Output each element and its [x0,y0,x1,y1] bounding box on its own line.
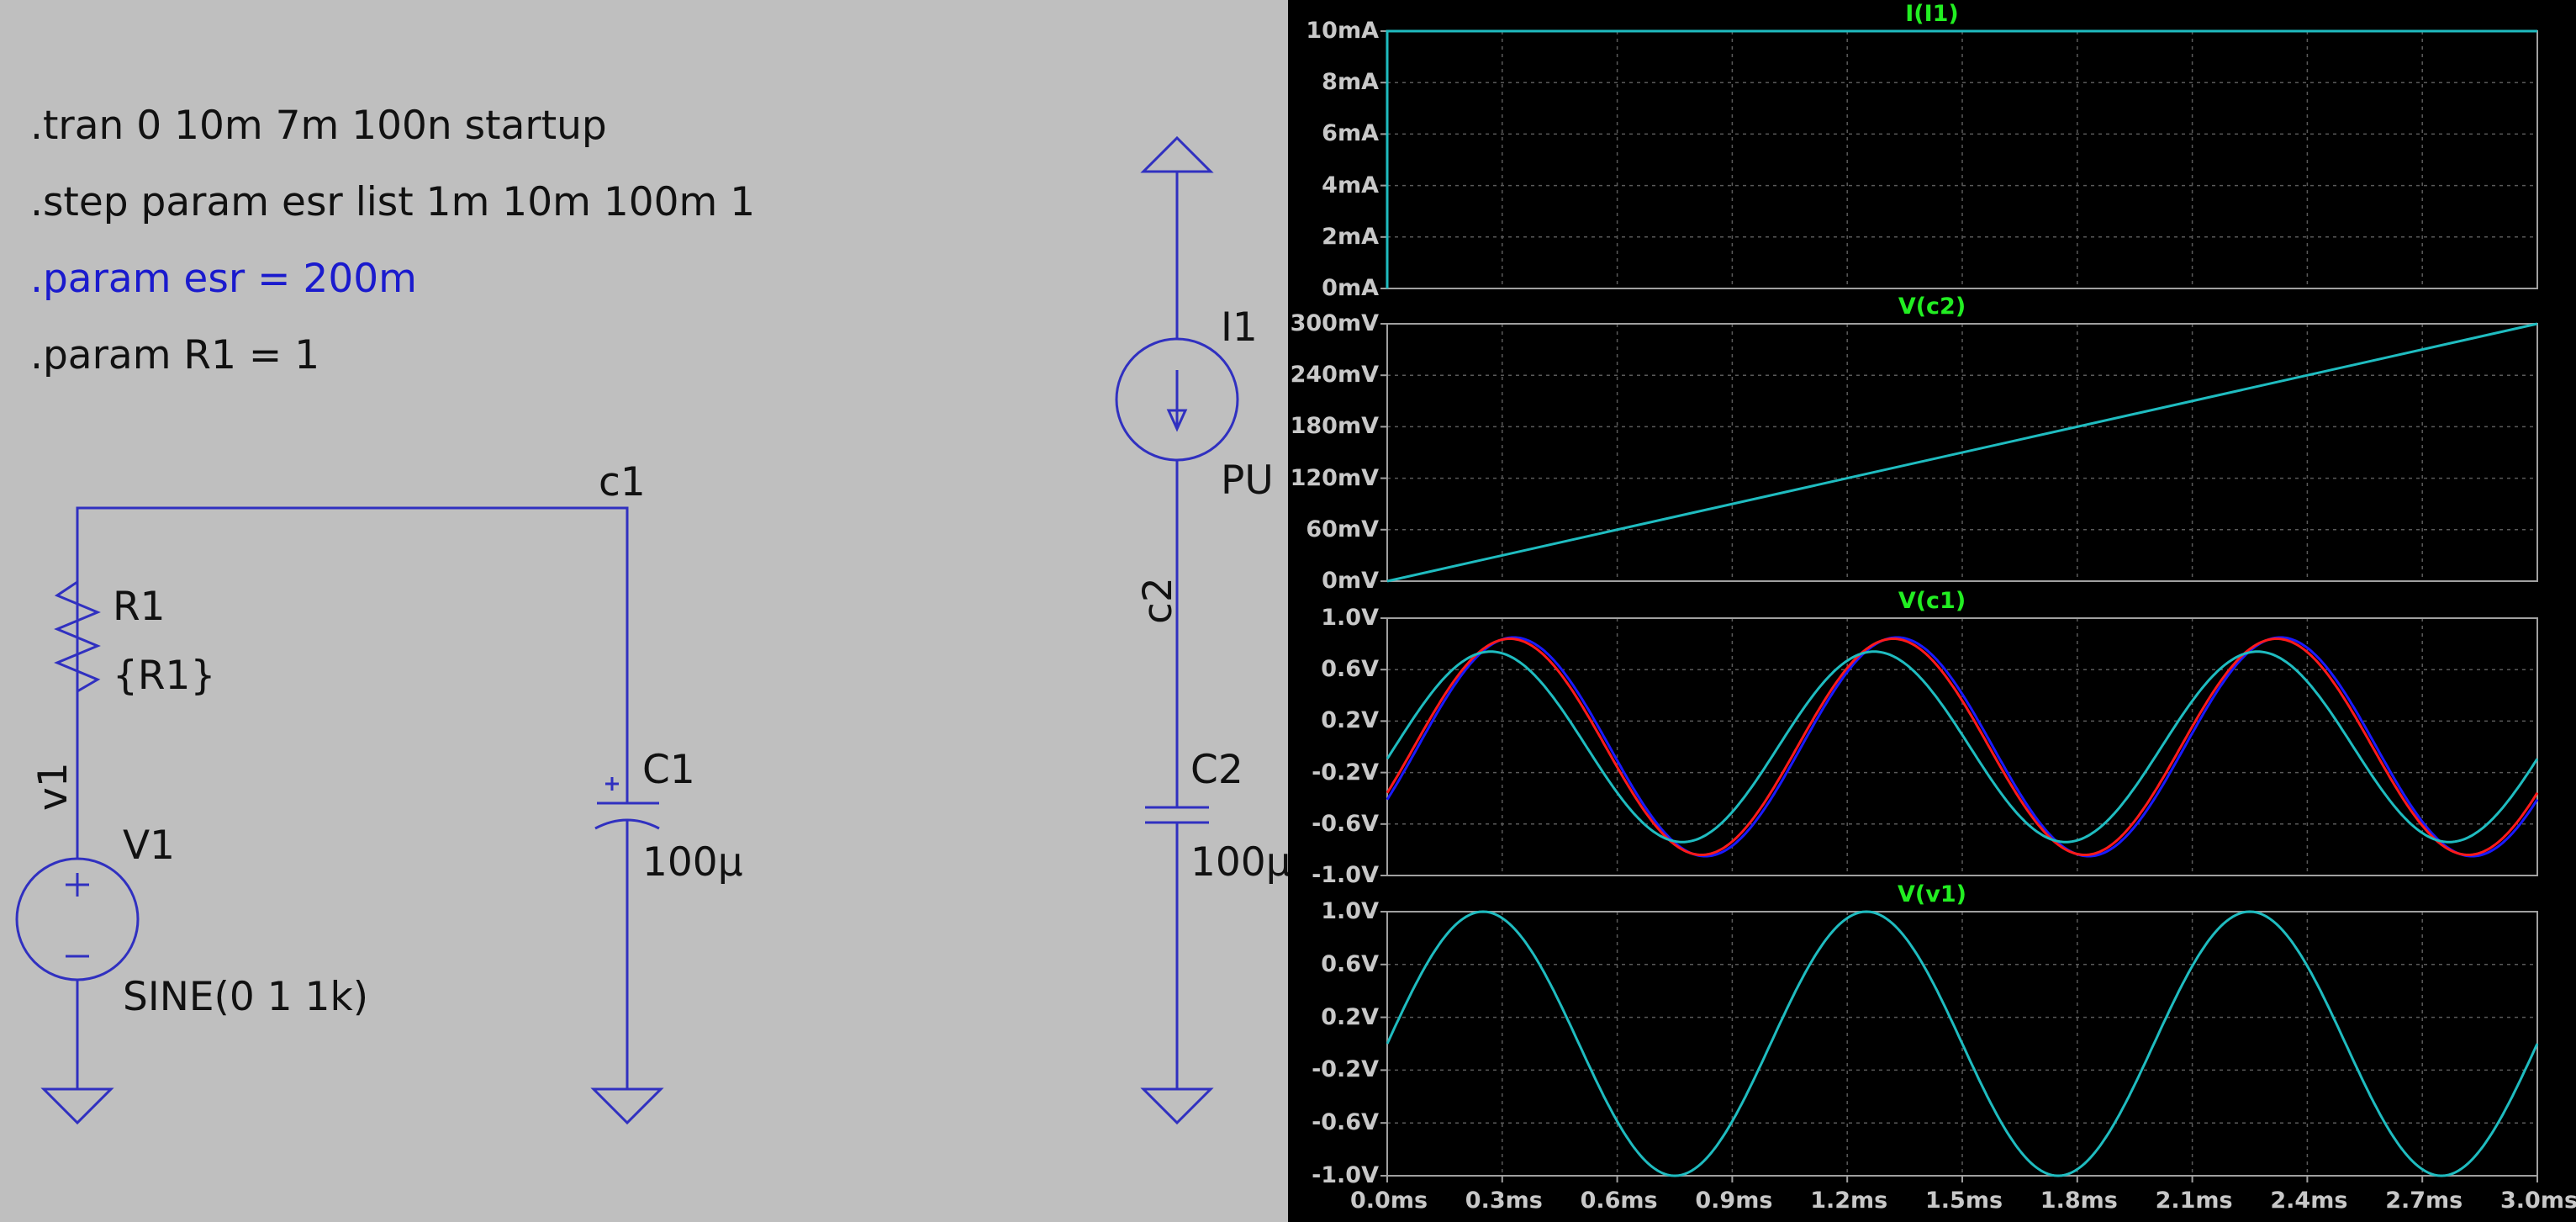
y-tick-label: 4mA [1322,172,1379,198]
x-tick-label: 1.5ms [1925,1188,2003,1214]
x-tick-label: 2.7ms [2385,1188,2463,1214]
ground-symbol-c1 [590,1087,664,1125]
x-tick-label: 0.0ms [1350,1188,1428,1214]
plot-title[interactable]: V(c1) [1288,588,2576,614]
y-tick-label: 0.2V [1321,1003,1379,1030]
y-tick-label: -1.0V [1312,1162,1379,1188]
y-tick-label: 120mV [1290,464,1379,491]
y-tick-label: -0.6V [1312,810,1379,837]
net-label-c1[interactable]: c1 [599,459,646,505]
r1-name-label[interactable]: R1 [113,584,166,630]
c1-name-label[interactable]: C1 [642,747,695,793]
plot-title[interactable]: V(v1) [1288,881,2576,907]
x-tick-label: 0.9ms [1695,1188,1773,1214]
x-tick-label: 0.6ms [1580,1188,1658,1214]
x-tick-label: 2.4ms [2270,1188,2348,1214]
y-tick-label: 0.6V [1321,950,1379,977]
c1-value-label[interactable]: 100µ [642,839,743,886]
net-label-v1[interactable]: v1 [30,762,77,811]
waveform-viewer[interactable]: 10mA 8mA 6mA 4mA 2mA 0mA I(I1) 300mV 240mV 180mV 1… [1288,0,2576,1222]
plot-title[interactable]: V(c2) [1288,294,2576,320]
v1-name-label[interactable]: V1 [123,823,175,869]
y-tick-label: 0.2V [1321,707,1379,734]
schematic-wires [15,135,1239,1125]
v1-value-label[interactable]: SINE(0 1 1k) [123,974,368,1020]
power-flag-symbol [1140,135,1214,173]
x-tick-label: 0.3ms [1465,1188,1543,1214]
y-tick-label: 180mV [1290,413,1379,440]
c2-value-label[interactable]: 100µ [1190,839,1291,886]
x-tick-label: 1.8ms [2040,1188,2118,1214]
i1-name-label[interactable]: I1 [1221,304,1258,351]
r1-value-label[interactable]: {R1} [113,653,215,699]
y-tick-label: -0.2V [1312,1056,1379,1083]
y-tick-label: 2mA [1322,223,1379,250]
y-tick-label: 0.6V [1321,656,1379,683]
i1-value-label[interactable]: PU [1221,458,1274,504]
schematic-editor[interactable]: .tran 0 10m 7m 100n startup .step param … [0,0,1291,1222]
c2-name-label[interactable]: C2 [1190,747,1243,793]
ground-symbol-v1 [40,1087,114,1125]
x-tick-label: 2.1ms [2155,1188,2233,1214]
y-tick-label: 6mA [1322,120,1379,147]
plot-title[interactable]: I(I1) [1288,1,2576,27]
y-tick-label: -0.2V [1312,759,1379,786]
x-tick-label: 1.2ms [1810,1188,1888,1214]
ground-symbol-c2 [1140,1087,1214,1125]
y-tick-label: -0.6V [1312,1109,1379,1136]
net-label-c2[interactable]: c2 [1135,577,1181,624]
y-tick-label: 60mV [1306,516,1379,542]
y-tick-label: 8mA [1322,69,1379,96]
x-tick-label: 3.0ms [2500,1188,2576,1214]
y-tick-label: 240mV [1290,362,1379,389]
